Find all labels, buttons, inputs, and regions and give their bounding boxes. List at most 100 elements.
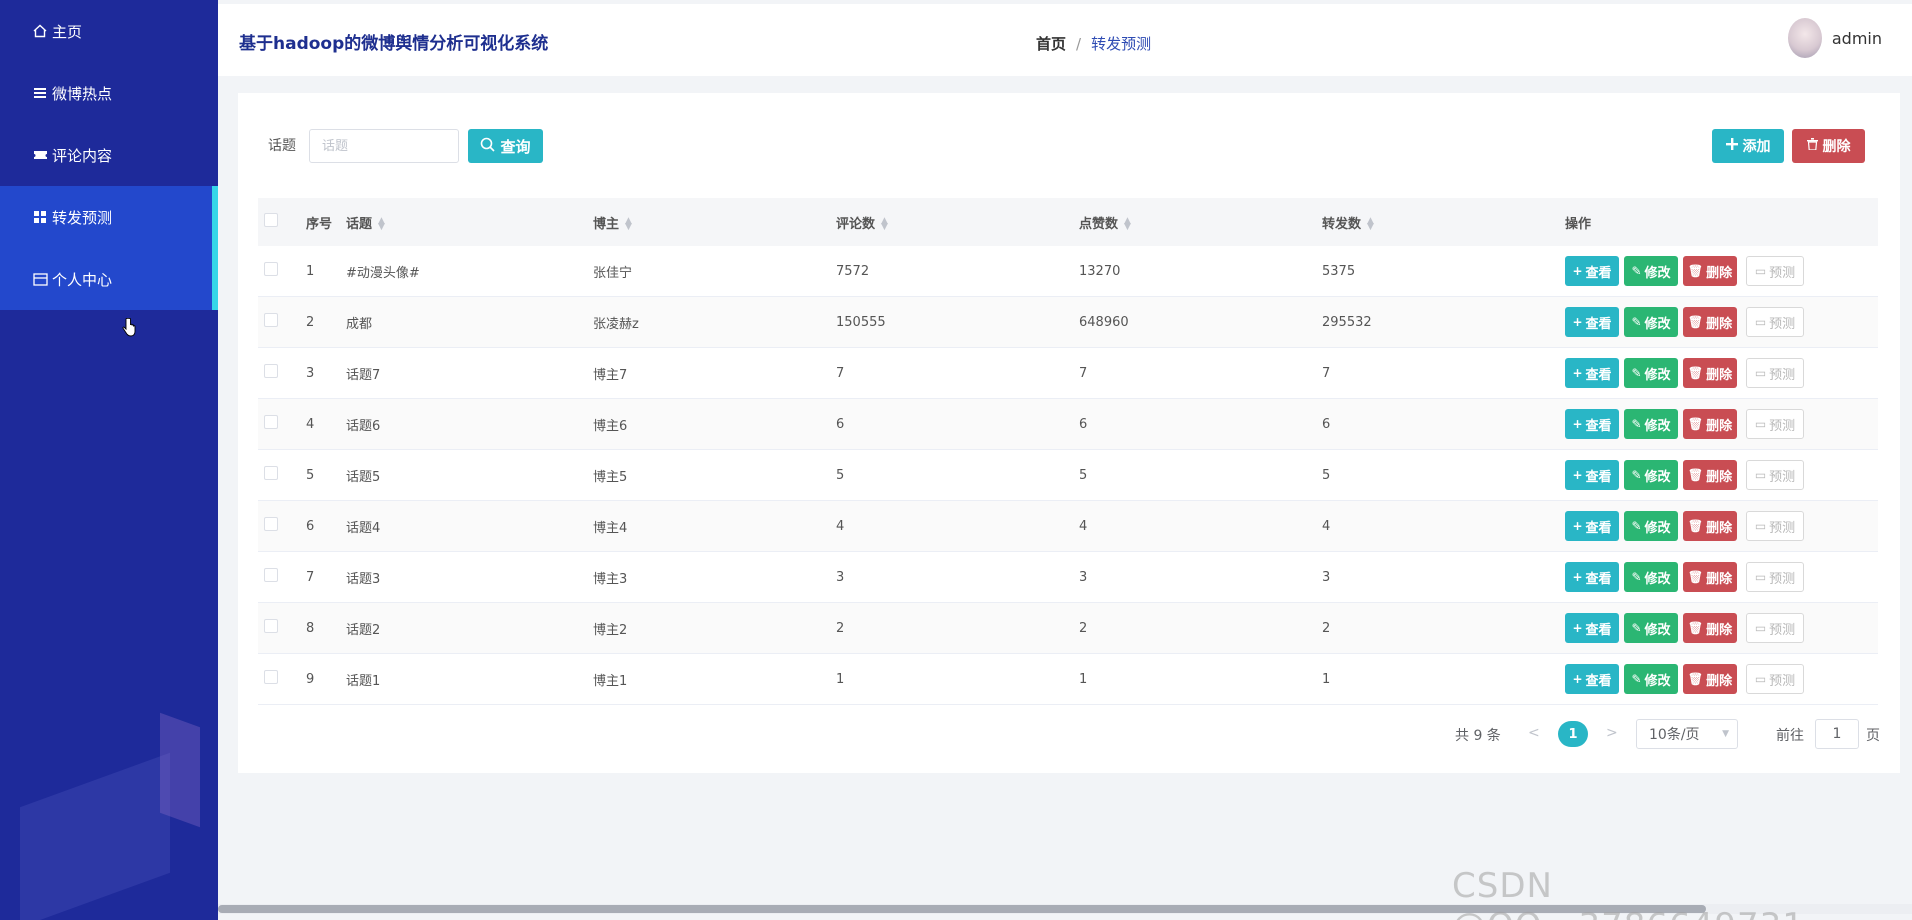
edit-button-label: 修改 — [1644, 520, 1671, 536]
view-button-label: 查看 — [1585, 673, 1612, 689]
delete-button[interactable]: 🗑 删除 — [1683, 256, 1737, 286]
cell-topic: 话题6 — [346, 418, 381, 434]
row-checkbox[interactable] — [264, 619, 278, 633]
predict-button[interactable]: ▭ 预测 — [1746, 307, 1804, 337]
sidebar-item-home[interactable]: 主页 — [0, 0, 218, 62]
delete-button[interactable]: 🗑 删除 — [1683, 460, 1737, 490]
edit-button[interactable]: ✎ 修改 — [1624, 460, 1678, 490]
sort-icon[interactable]: ▲ ▼ — [625, 217, 632, 232]
header-topic[interactable]: 话题 ▲ ▼ — [346, 213, 593, 232]
view-button[interactable]: + 查看 — [1565, 460, 1619, 490]
page-size-select[interactable]: 10条/页 ▼ — [1636, 719, 1738, 749]
predict-button[interactable]: ▭ 预测 — [1746, 460, 1804, 490]
row-checkbox[interactable] — [264, 568, 278, 582]
predict-button[interactable]: ▭ 预测 — [1746, 511, 1804, 541]
cell-no: 5 — [306, 467, 315, 483]
sidebar-item-profile[interactable]: 个人中心 — [0, 248, 218, 310]
header-comments[interactable]: 评论数 ▲ ▼ — [836, 213, 1079, 232]
predict-button[interactable]: ▭ 预测 — [1746, 409, 1804, 439]
predict-button-label: 预测 — [1769, 520, 1796, 536]
user-name[interactable]: admin — [1832, 29, 1882, 48]
cell-topic: 话题1 — [346, 673, 381, 689]
cell-comments: 1 — [836, 671, 845, 687]
view-button[interactable]: + 查看 — [1565, 256, 1619, 286]
select-all-checkbox[interactable] — [264, 213, 278, 227]
next-page-button[interactable]: > — [1606, 725, 1618, 741]
batch-delete-button[interactable]: 删除 — [1792, 129, 1865, 163]
edit-button-label: 修改 — [1644, 571, 1671, 587]
delete-button[interactable]: 🗑 删除 — [1683, 664, 1737, 694]
cell-topic: 话题2 — [346, 622, 381, 638]
query-button-label: 查询 — [500, 137, 531, 156]
row-actions: + 查看 ✎ 修改 🗑 删除 ▭ 预测 — [1565, 358, 1878, 388]
trash-icon: 🗑 — [1687, 570, 1704, 584]
predict-button[interactable]: ▭ 预测 — [1746, 613, 1804, 643]
delete-button-label: 删除 — [1706, 418, 1733, 434]
sidebar-decoration — [20, 752, 170, 920]
page-number-current[interactable]: 1 — [1558, 721, 1588, 747]
header-author[interactable]: 博主 ▲ ▼ — [593, 213, 836, 232]
plus-icon: + — [1572, 264, 1583, 278]
edit-button-label: 修改 — [1644, 469, 1671, 485]
sidebar-item-forward-predict[interactable]: 转发预测 — [0, 186, 218, 248]
view-button[interactable]: + 查看 — [1565, 307, 1619, 337]
row-checkbox[interactable] — [264, 517, 278, 531]
edit-button[interactable]: ✎ 修改 — [1624, 562, 1678, 592]
predict-button[interactable]: ▭ 预测 — [1746, 256, 1804, 286]
trash-icon: 🗑 — [1687, 519, 1704, 533]
edit-icon: ✎ — [1631, 264, 1642, 278]
predict-button[interactable]: ▭ 预测 — [1746, 664, 1804, 694]
row-checkbox[interactable] — [264, 415, 278, 429]
delete-button[interactable]: 🗑 删除 — [1683, 358, 1737, 388]
view-button[interactable]: + 查看 — [1565, 511, 1619, 541]
sort-icon[interactable]: ▲ ▼ — [881, 217, 888, 232]
edit-button[interactable]: ✎ 修改 — [1624, 664, 1678, 694]
row-checkbox[interactable] — [264, 262, 278, 276]
breadcrumb-home[interactable]: 首页 — [1036, 33, 1066, 54]
view-button[interactable]: + 查看 — [1565, 664, 1619, 694]
cell-forwards: 5375 — [1322, 263, 1356, 279]
topic-search-input[interactable] — [309, 129, 459, 163]
header-likes[interactable]: 点赞数 ▲ ▼ — [1079, 213, 1322, 232]
view-button[interactable]: + 查看 — [1565, 613, 1619, 643]
header-topic-label: 话题 — [346, 216, 373, 232]
avatar[interactable] — [1787, 18, 1822, 58]
sort-icon[interactable]: ▲ ▼ — [1367, 217, 1374, 232]
user-menu[interactable]: admin — [1787, 18, 1882, 58]
search-icon — [480, 137, 496, 156]
edit-button[interactable]: ✎ 修改 — [1624, 613, 1678, 643]
delete-button[interactable]: 🗑 删除 — [1683, 613, 1737, 643]
prev-page-button[interactable]: < — [1528, 725, 1540, 741]
view-button[interactable]: + 查看 — [1565, 409, 1619, 439]
edit-button[interactable]: ✎ 修改 — [1624, 358, 1678, 388]
header-forwards[interactable]: 转发数 ▲ ▼ — [1322, 213, 1565, 232]
delete-button[interactable]: 🗑 删除 — [1683, 562, 1737, 592]
cell-topic: 话题4 — [346, 520, 381, 536]
delete-button[interactable]: 🗑 删除 — [1683, 409, 1737, 439]
row-checkbox[interactable] — [264, 670, 278, 684]
delete-button[interactable]: 🗑 删除 — [1683, 307, 1737, 337]
edit-button[interactable]: ✎ 修改 — [1624, 511, 1678, 541]
predict-button[interactable]: ▭ 预测 — [1746, 358, 1804, 388]
predict-button[interactable]: ▭ 预测 — [1746, 562, 1804, 592]
pagination-total: 共 9 条 — [1455, 728, 1501, 744]
row-checkbox[interactable] — [264, 466, 278, 480]
query-button[interactable]: 查询 — [468, 129, 543, 163]
edit-button[interactable]: ✎ 修改 — [1624, 307, 1678, 337]
edit-button[interactable]: ✎ 修改 — [1624, 409, 1678, 439]
trash-icon: 🗑 — [1687, 264, 1704, 278]
sort-icon[interactable]: ▲ ▼ — [378, 217, 385, 232]
sort-icon[interactable]: ▲ ▼ — [1124, 217, 1131, 232]
row-checkbox[interactable] — [264, 364, 278, 378]
edit-button[interactable]: ✎ 修改 — [1624, 256, 1678, 286]
row-checkbox[interactable] — [264, 313, 278, 327]
sidebar-item-comments[interactable]: 评论内容 — [0, 124, 218, 186]
goto-page-input[interactable] — [1815, 719, 1859, 749]
sidebar-item-weibo-hot[interactable]: 微博热点 — [0, 62, 218, 124]
add-button[interactable]: 添加 — [1712, 129, 1784, 163]
predict-button-label: 预测 — [1769, 367, 1796, 383]
delete-button[interactable]: 🗑 删除 — [1683, 511, 1737, 541]
system-title: 基于hadoop的微博舆情分析可视化系统 — [239, 34, 549, 54]
view-button[interactable]: + 查看 — [1565, 562, 1619, 592]
view-button[interactable]: + 查看 — [1565, 358, 1619, 388]
